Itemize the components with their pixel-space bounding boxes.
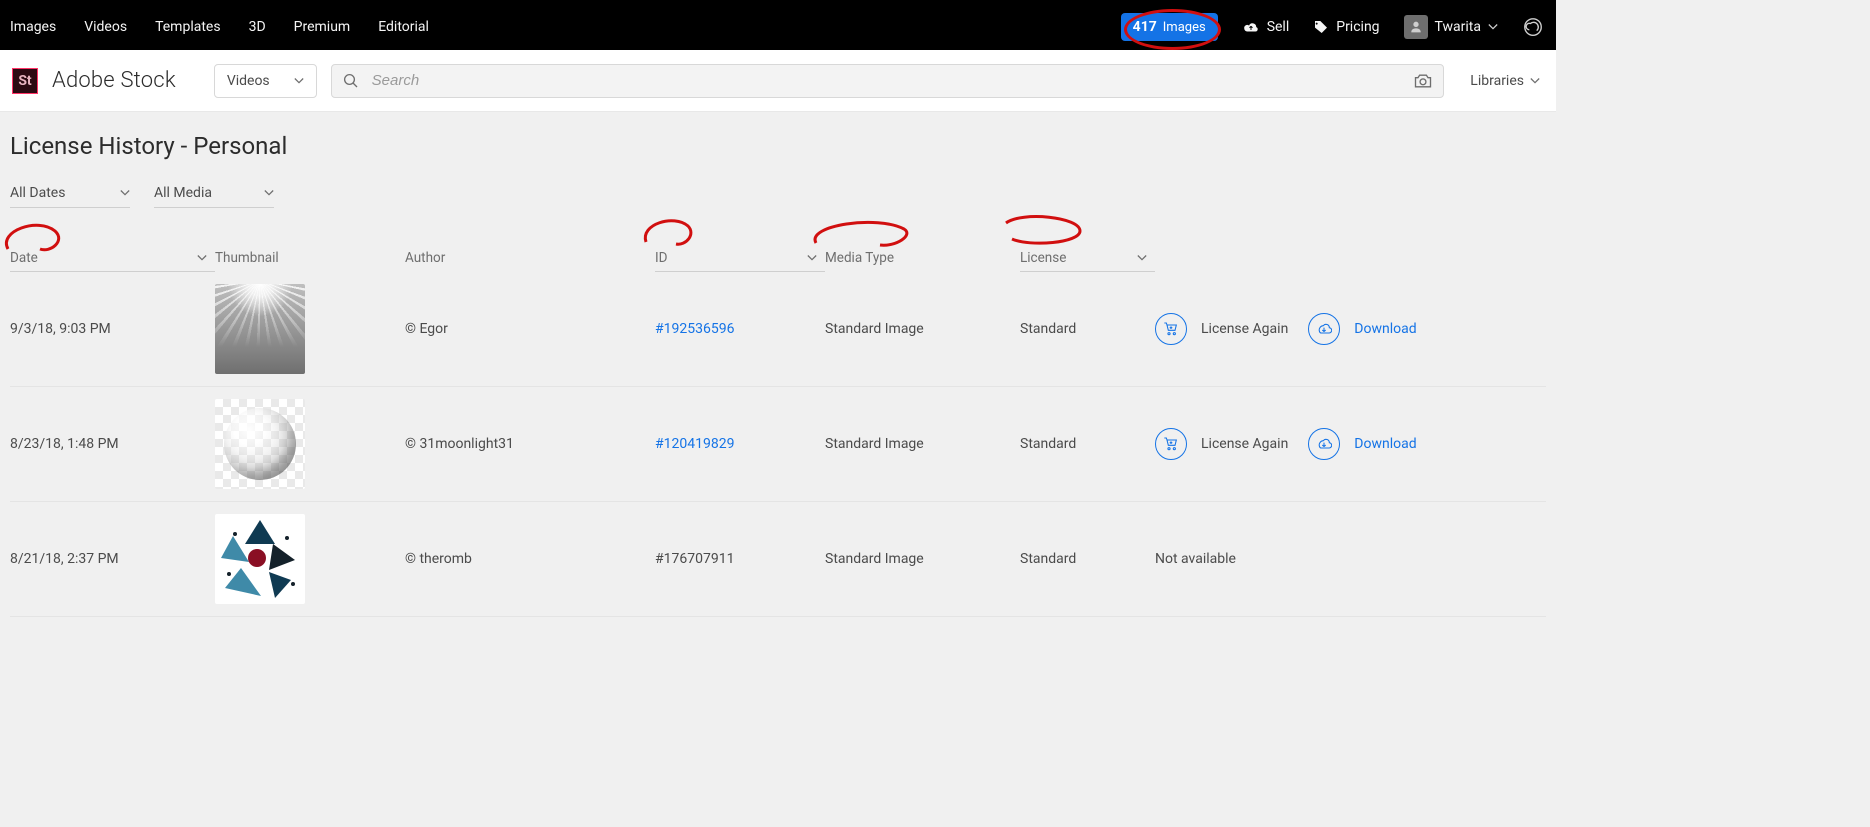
nav-link-templates[interactable]: Templates xyxy=(155,19,221,35)
col-actions xyxy=(1155,244,1546,272)
thumbnail-image[interactable] xyxy=(215,284,305,374)
chevron-down-icon xyxy=(1488,22,1498,32)
cell-author: © 31moonlight31 xyxy=(405,436,655,452)
global-nav: Images Videos Templates 3D Premium Edito… xyxy=(0,4,1556,50)
col-media-type: Media Type xyxy=(825,244,1020,272)
avatar-icon xyxy=(1404,15,1428,39)
download-link[interactable]: Download xyxy=(1354,321,1416,337)
asset-id: #176707911 xyxy=(655,551,734,567)
col-media-type-label: Media Type xyxy=(825,250,894,266)
cell-media-type: Standard Image xyxy=(825,321,1020,337)
cloud-upload-icon xyxy=(1242,20,1260,34)
chevron-down-icon xyxy=(1137,253,1147,263)
col-license-label: License xyxy=(1020,250,1066,266)
adobe-stock-logo-icon[interactable]: St xyxy=(12,68,38,94)
search-box[interactable] xyxy=(331,64,1445,98)
chevron-down-icon xyxy=(264,188,274,198)
filter-media-value: All Media xyxy=(154,185,212,201)
cell-license: Standard xyxy=(1020,551,1155,567)
not-available-label: Not available xyxy=(1155,551,1236,567)
cell-media-type: Standard Image xyxy=(825,436,1020,452)
creative-cloud-icon[interactable] xyxy=(1522,16,1544,38)
chevron-down-icon xyxy=(197,253,207,263)
asset-id-link[interactable]: #192536596 xyxy=(655,321,734,337)
col-date-label: Date xyxy=(10,250,38,266)
chevron-down-icon xyxy=(807,253,817,263)
asset-id-link[interactable]: #120419829 xyxy=(655,436,734,452)
table-row: 9/3/18, 9:03 PM © Egor #192536596 Standa… xyxy=(10,272,1546,387)
col-id-label: ID xyxy=(655,250,668,266)
search-category-select[interactable]: Videos xyxy=(214,64,317,98)
chevron-down-icon xyxy=(294,76,304,86)
nav-pricing-label: Pricing xyxy=(1336,19,1379,35)
download-button[interactable] xyxy=(1308,428,1340,460)
global-nav-right: 417 Images Sell Pricing Twarita xyxy=(1121,13,1544,41)
thumbnail-image[interactable] xyxy=(215,399,305,489)
download-link[interactable]: Download xyxy=(1354,436,1416,452)
filter-media[interactable]: All Media xyxy=(154,178,274,208)
nav-link-videos[interactable]: Videos xyxy=(84,19,127,35)
col-date[interactable]: Date xyxy=(10,244,215,272)
nav-link-images[interactable]: Images xyxy=(10,19,56,35)
cell-id: #120419829 xyxy=(655,436,825,452)
cell-id: #176707911 xyxy=(655,551,825,567)
nav-sell-label: Sell xyxy=(1267,19,1290,35)
license-again-button[interactable] xyxy=(1155,428,1187,460)
images-credit-label: Images xyxy=(1163,20,1206,35)
cell-thumbnail[interactable] xyxy=(215,284,405,374)
col-author-label: Author xyxy=(405,250,445,266)
chevron-down-icon xyxy=(1530,76,1540,86)
brand-name: Adobe Stock xyxy=(52,68,176,93)
nav-link-3d[interactable]: 3D xyxy=(249,19,266,35)
cell-thumbnail[interactable] xyxy=(215,514,405,604)
table-row: 8/23/18, 1:48 PM © 31moonlight31 #120419… xyxy=(10,387,1546,502)
cell-media-type: Standard Image xyxy=(825,551,1020,567)
camera-icon[interactable] xyxy=(1413,72,1433,90)
page-title: License History - Personal xyxy=(10,132,1546,160)
license-again-label: License Again xyxy=(1201,436,1288,452)
chevron-down-icon xyxy=(120,188,130,198)
cell-author: © Egor xyxy=(405,321,655,337)
nav-link-editorial[interactable]: Editorial xyxy=(378,19,429,35)
table-row: 8/21/18, 2:37 PM © theromb #176707911 St… xyxy=(10,502,1546,617)
nav-link-premium[interactable]: Premium xyxy=(294,19,351,35)
cell-date: 8/21/18, 2:37 PM xyxy=(10,551,215,567)
images-credit-count: 417 xyxy=(1133,19,1157,35)
col-author: Author xyxy=(405,244,655,272)
filter-dates[interactable]: All Dates xyxy=(10,178,130,208)
search-input[interactable] xyxy=(372,72,1402,89)
download-button[interactable] xyxy=(1308,313,1340,345)
license-again-button[interactable] xyxy=(1155,313,1187,345)
libraries-menu[interactable]: Libraries xyxy=(1458,73,1544,89)
cell-id: #192536596 xyxy=(655,321,825,337)
search-row: St Adobe Stock Videos Libraries xyxy=(0,50,1556,112)
table-header: Date Thumbnail Author ID Media Type Lice… xyxy=(10,244,1546,272)
col-id[interactable]: ID xyxy=(655,244,825,272)
cell-license: Standard xyxy=(1020,436,1155,452)
cell-author: © theromb xyxy=(405,551,655,567)
nav-user-menu[interactable]: Twarita xyxy=(1404,15,1498,39)
cell-date: 9/3/18, 9:03 PM xyxy=(10,321,215,337)
col-thumbnail-label: Thumbnail xyxy=(215,250,279,266)
images-credit-badge[interactable]: 417 Images xyxy=(1121,13,1218,41)
global-nav-left: Images Videos Templates 3D Premium Edito… xyxy=(10,19,429,35)
nav-user-name: Twarita xyxy=(1435,19,1481,35)
nav-pricing[interactable]: Pricing xyxy=(1313,19,1379,35)
filter-dates-value: All Dates xyxy=(10,185,65,201)
thumbnail-image[interactable] xyxy=(215,514,305,604)
cell-thumbnail[interactable] xyxy=(215,399,405,489)
col-thumbnail: Thumbnail xyxy=(215,244,405,272)
license-again-label: License Again xyxy=(1201,321,1288,337)
libraries-label: Libraries xyxy=(1470,73,1524,89)
cell-date: 8/23/18, 1:48 PM xyxy=(10,436,215,452)
col-license[interactable]: License xyxy=(1020,244,1155,272)
tag-icon xyxy=(1313,19,1329,35)
search-category-value: Videos xyxy=(227,73,270,89)
nav-sell[interactable]: Sell xyxy=(1242,19,1290,35)
cell-license: Standard xyxy=(1020,321,1155,337)
search-icon xyxy=(342,72,360,90)
